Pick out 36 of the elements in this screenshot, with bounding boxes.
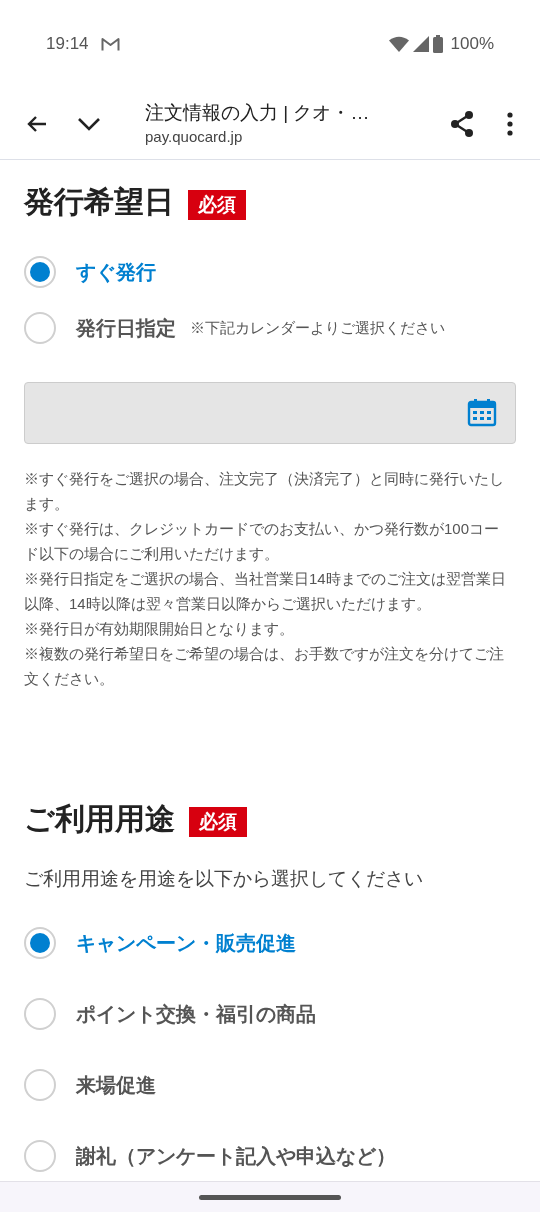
note-text: ※発行日が有効期限開始日となります。 (24, 619, 295, 639)
radio-label: すぐ発行 (76, 260, 156, 285)
radio-button[interactable] (24, 256, 56, 288)
battery-icon (432, 35, 443, 53)
page-url: pay.quocard.jp (145, 126, 244, 147)
battery-percent: 100% (450, 33, 494, 56)
radio-button[interactable] (24, 1140, 56, 1172)
status-time: 19:14 (46, 33, 89, 56)
section-heading: ご利用用途 (24, 801, 175, 837)
date-field[interactable] (24, 382, 516, 444)
radio-label: 発行日指定 (76, 316, 176, 341)
note-text: ※発行日指定をご選択の場合、当社営業日14時までのご注文は翌営業日以降、14時以降は翌々営業日以降からご選択いただけます。 (24, 569, 506, 614)
share-icon[interactable] (449, 109, 475, 138)
radio-label: 来場促進 (76, 1073, 156, 1098)
section-heading: 発行希望日 (24, 184, 174, 220)
wifi-icon (388, 36, 409, 52)
signal-icon (412, 36, 429, 52)
radio-button[interactable] (24, 927, 56, 959)
note-text: ※複数の発行希望日をご希望の場合は、お手数ですが注文を分けてご注文ください。 (24, 644, 505, 689)
note-text: ※すぐ発行は、クレジットカードでのお支払い、かつ発行数が100コード以下の場合にご利用いただけます。 (24, 519, 501, 564)
more-vert-icon[interactable] (506, 111, 514, 136)
note-text: ※すぐ発行をご選択の場合、注文完了（決済完了）と同時に発行いたします。 (24, 469, 505, 514)
radio-button[interactable] (24, 1069, 56, 1101)
radio-label: キャンペーン・販売促進 (76, 931, 296, 956)
mail-icon (100, 36, 120, 52)
radio-button[interactable] (24, 312, 56, 344)
radio-button[interactable] (24, 998, 56, 1030)
radio-label: 謝礼（アンケート記入や申込など） (76, 1144, 396, 1169)
home-indicator[interactable] (199, 1194, 341, 1200)
required-badge: 必須 (189, 807, 247, 837)
option-note: ※下記カレンダーよりご選択ください (190, 317, 445, 338)
required-badge: 必須 (188, 190, 246, 220)
radio-label: ポイント交換・福引の商品 (76, 1002, 316, 1027)
section-description: ご利用用途を用途を以下から選択してください (24, 867, 424, 891)
page-title: 注文情報の入力 | クオ・… (145, 100, 371, 125)
calendar-icon[interactable] (467, 399, 497, 427)
